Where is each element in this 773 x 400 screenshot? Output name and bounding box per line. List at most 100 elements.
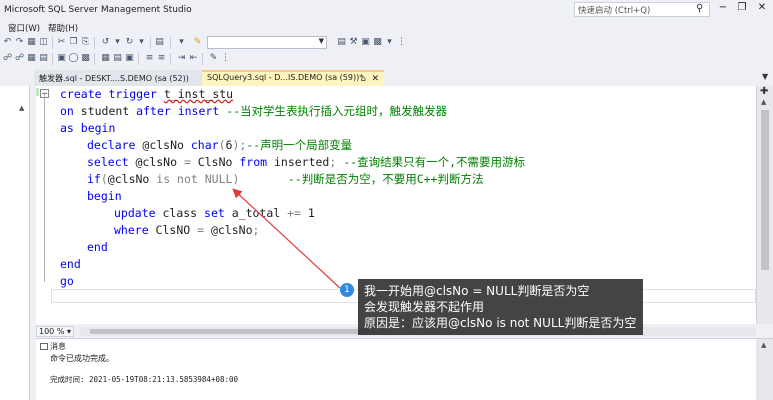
tab-sqlquery3[interactable]: SQLQuery3.sql - D...IS.DEMO (sa (59))* ⌂… bbox=[202, 70, 384, 86]
chevron-down-icon: ▾ bbox=[66, 327, 71, 336]
results-grid-icon[interactable]: ▦ bbox=[26, 53, 37, 64]
report-icon[interactable]: ▤ bbox=[154, 37, 165, 48]
code-line-6: if(@clsNo is not NULL) --判断是否为空，不要用C++判断… bbox=[87, 172, 484, 186]
close-icon[interactable]: ✕ bbox=[371, 74, 379, 84]
undo-icon[interactable]: ↺ bbox=[100, 37, 111, 48]
comment-icon[interactable]: ≡ bbox=[144, 53, 155, 64]
separator bbox=[150, 37, 151, 49]
pin-icon[interactable]: ⌂ bbox=[361, 74, 366, 83]
restore-button[interactable]: ❐ bbox=[735, 2, 749, 16]
annotation-callout: 我一开始用@clsNo = NULL判断是否为空 会发现触发器不起作用 原因是：… bbox=[358, 279, 643, 335]
change-marker bbox=[36, 88, 39, 96]
messages-scrollbar[interactable]: ▲ bbox=[756, 339, 773, 400]
quick-launch-input[interactable]: 快速启动 (Ctrl+Q) bbox=[574, 2, 710, 17]
menu-bar: 窗口(W) 帮助(H) bbox=[0, 20, 773, 34]
code-line-7: begin bbox=[87, 189, 122, 203]
copy-icon[interactable]: ❐ bbox=[68, 37, 79, 48]
object-explorer-strip: ▲ bbox=[0, 70, 32, 400]
callout-badge: 1 bbox=[340, 283, 354, 297]
text-icon[interactable]: ▤ bbox=[112, 53, 123, 64]
uncomment-icon[interactable]: ≡ bbox=[156, 53, 167, 64]
callout-line-3: 原因是：应该用@clsNo is not NULL判断是否为空 bbox=[364, 316, 637, 330]
new-query-icon[interactable]: ▦ bbox=[26, 37, 37, 48]
minimize-button[interactable]: − bbox=[716, 2, 730, 16]
outdent-icon[interactable]: ⇤ bbox=[188, 53, 199, 64]
change-connection-icon[interactable]: ☍ bbox=[14, 53, 25, 64]
overflow-icon[interactable]: ⋮ bbox=[396, 37, 407, 48]
indent-icon[interactable]: ⇥ bbox=[176, 53, 187, 64]
query-options-icon[interactable]: ▩ bbox=[80, 53, 91, 64]
wrench-icon[interactable]: ⚒ bbox=[348, 37, 359, 48]
separator bbox=[52, 37, 53, 49]
back-icon[interactable]: ↶ bbox=[2, 37, 13, 48]
message-completion-time: 完成时间: 2021-05-19T08:21:13.5853984+08:00 bbox=[50, 375, 239, 384]
zoom-combo[interactable]: 100 % ▾ bbox=[36, 326, 74, 337]
separator bbox=[94, 53, 95, 65]
dropdown-icon[interactable]: ▾ bbox=[136, 37, 147, 48]
scroll-up-icon[interactable]: ▲ bbox=[761, 341, 766, 349]
scroll-up-icon[interactable]: ▲ bbox=[761, 98, 766, 106]
code-line-11: end bbox=[60, 257, 81, 271]
forward-icon[interactable]: ↷ bbox=[14, 37, 25, 48]
messages-pane: 消息 命令已成功完成。 完成时间: 2021-05-19T08:21:13.58… bbox=[36, 338, 773, 400]
menu-window[interactable]: 窗口(W) bbox=[8, 22, 40, 34]
search-icon[interactable]: ⚲ bbox=[696, 3, 703, 14]
object-explorer-pane bbox=[0, 86, 30, 400]
find-icon[interactable]: ✎ bbox=[192, 37, 203, 48]
close-button[interactable]: ✕ bbox=[755, 2, 769, 16]
toolbar-standard: ↶ ↷ ▦ ◫ ✂ ❐ ⎘ ↺ ▾ ↻ ▾ ▤ ▾ ✎ ▼ ▤ ⚒ ▣ ▩ ▾ … bbox=[0, 35, 773, 51]
database-combo[interactable]: ▼ bbox=[207, 36, 327, 49]
plan-icon[interactable]: ◯ bbox=[68, 53, 79, 64]
app-title: Microsoft SQL Server Management Studio bbox=[4, 5, 192, 15]
scroll-thumb[interactable] bbox=[90, 329, 370, 334]
code-line-12: go bbox=[60, 274, 74, 288]
message-icon bbox=[40, 343, 48, 350]
code-line-2: on student after insert --当对学生表执行插入元组时，触… bbox=[60, 104, 448, 118]
properties-icon[interactable]: ▤ bbox=[336, 37, 347, 48]
tab-trigger-sql[interactable]: 触发器.sql - DESKT....S.DEMO (sa (52)) bbox=[34, 70, 202, 86]
code-line-5: select @clsNo = ClsNo from inserted; --查… bbox=[87, 155, 525, 169]
code-line-4: declare @clsNo char(6);--声明一个局部变量 bbox=[87, 138, 353, 152]
connect-icon[interactable]: ☍ bbox=[2, 53, 13, 64]
dropdown-icon[interactable]: ▾ bbox=[176, 37, 187, 48]
cut-icon[interactable]: ✂ bbox=[56, 37, 67, 48]
scroll-up-icon[interactable]: ▲ bbox=[19, 104, 24, 112]
menu-help[interactable]: 帮助(H) bbox=[48, 22, 78, 34]
parse-icon[interactable]: ▣ bbox=[56, 53, 67, 64]
tab-label: 触发器.sql - DESKT....S.DEMO (sa (52)) bbox=[39, 74, 189, 83]
document-tabs: ⌂ ✕ 触发器.sql - DESKT....S.DEMO (sa (52)) … bbox=[0, 70, 773, 86]
redo-icon[interactable]: ↻ bbox=[124, 37, 135, 48]
database-icon[interactable]: ◫ bbox=[38, 37, 49, 48]
separator bbox=[138, 53, 139, 65]
code-line-8: update class set a_total += 1 bbox=[114, 206, 315, 220]
chevron-down-icon[interactable]: ▼ bbox=[762, 72, 768, 81]
title-bar: Microsoft SQL Server Management Studio 快… bbox=[0, 0, 773, 20]
specify-values-icon[interactable]: ✎ bbox=[208, 53, 219, 64]
callout-line-1: 我一开始用@clsNo = NULL判断是否为空 bbox=[364, 284, 590, 298]
tab-messages[interactable]: 消息 bbox=[40, 341, 66, 352]
separator bbox=[94, 37, 95, 49]
scroll-thumb[interactable] bbox=[761, 110, 769, 270]
paste-icon[interactable]: ⎘ bbox=[80, 37, 91, 48]
file-icon[interactable]: ▣ bbox=[124, 53, 135, 64]
code-line-9: where ClsNO = @clsNo; bbox=[114, 223, 260, 237]
tab-label: SQLQuery3.sql - D...IS.DEMO (sa (59))* bbox=[207, 73, 364, 82]
editor-vertical-scrollbar[interactable]: ✚ ▲ bbox=[756, 86, 773, 324]
split-icon[interactable]: ✚ bbox=[760, 86, 768, 97]
window-icon[interactable]: ▩ bbox=[372, 37, 383, 48]
toolbar-sql-editor: ☍ ☍ ▦ ▤ ▣ ◯ ▩ ▦ ▤ ▣ ≡ ≡ ⇥ ⇤ ✎ ⋮ bbox=[0, 51, 773, 67]
chevron-down-icon: ▼ bbox=[318, 37, 324, 45]
separator bbox=[170, 37, 171, 49]
message-success: 命令已成功完成。 bbox=[50, 354, 114, 363]
separator bbox=[52, 53, 53, 65]
dropdown-icon[interactable]: ▾ bbox=[112, 37, 123, 48]
separator bbox=[170, 53, 171, 65]
separator bbox=[202, 53, 203, 65]
dropdown-icon[interactable]: ▾ bbox=[384, 37, 395, 48]
code-line-1: create trigger t_inst_stu bbox=[60, 87, 234, 101]
outline-bar bbox=[44, 92, 45, 282]
grid-icon[interactable]: ▦ bbox=[100, 53, 111, 64]
toolbox-icon[interactable]: ▣ bbox=[360, 37, 371, 48]
overflow-icon[interactable]: ⋮ bbox=[220, 53, 231, 64]
results-text-icon[interactable]: ▤ bbox=[38, 53, 49, 64]
